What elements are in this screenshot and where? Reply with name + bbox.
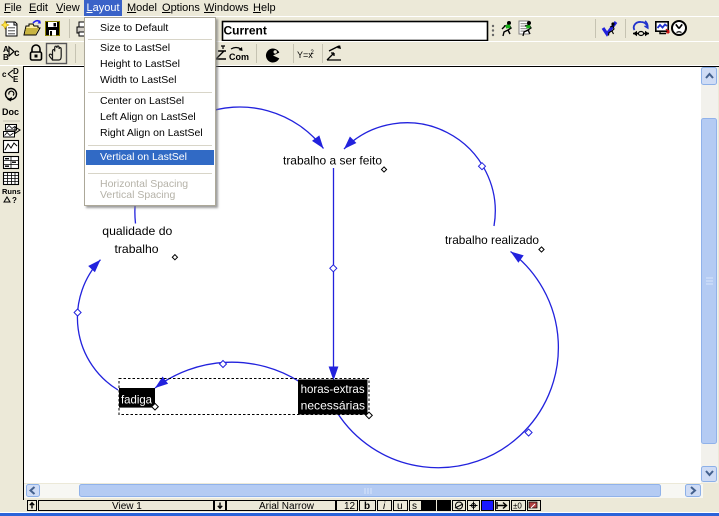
svg-text:E: E xyxy=(13,75,19,84)
svg-text:±0: ±0 xyxy=(513,502,522,511)
svg-text:c: c xyxy=(14,48,20,59)
svg-text:qualidade do: qualidade do xyxy=(102,224,172,238)
svg-text:2: 2 xyxy=(311,50,315,56)
svg-text:?: ? xyxy=(12,196,17,205)
svg-text:Com: Com xyxy=(229,52,249,62)
svg-text:trabalho: trabalho xyxy=(115,242,159,256)
svg-text:necessárias: necessárias xyxy=(301,399,366,413)
svg-text:horas-extras: horas-extras xyxy=(301,382,365,396)
svg-text:Doc: Doc xyxy=(2,107,19,117)
svg-text:fadiga: fadiga xyxy=(121,393,152,407)
svg-text:trabalho a ser feito: trabalho a ser feito xyxy=(283,154,382,168)
svg-text:trabalho realizado: trabalho realizado xyxy=(445,233,539,247)
svg-text:Runs: Runs xyxy=(2,187,21,196)
svg-text:View 1: View 1 xyxy=(112,501,142,512)
svg-text:c: c xyxy=(2,70,7,79)
svg-text:u: u xyxy=(397,501,403,512)
svg-text:Current: Current xyxy=(224,24,267,38)
svg-text:B: B xyxy=(3,53,9,62)
svg-text:s: s xyxy=(412,501,417,512)
svg-text:b: b xyxy=(364,501,370,512)
svg-text:Arial Narrow: Arial Narrow xyxy=(259,501,315,512)
svg-text:12: 12 xyxy=(344,501,356,512)
